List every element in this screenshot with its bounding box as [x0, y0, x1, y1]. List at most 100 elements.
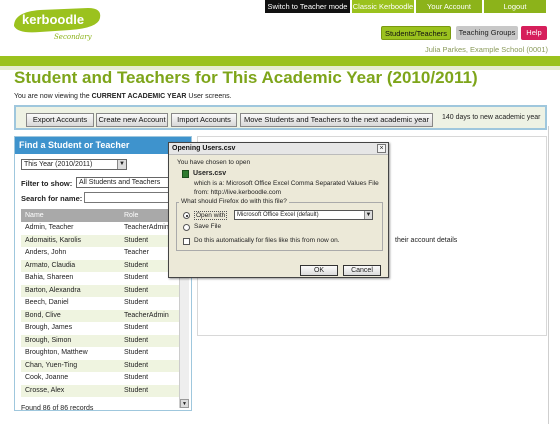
row-role: TeacherAdmin	[124, 224, 169, 231]
find-user-panel: Find a Student or Teacher This Year (201…	[14, 136, 192, 412]
table-row[interactable]: Armato, Claudia Student	[21, 259, 179, 272]
search-name-input[interactable]	[84, 192, 180, 203]
detail-text: their account details	[395, 237, 458, 244]
action-toolbar: Export Accounts Create new Account Impor…	[14, 105, 547, 130]
move-to-next-year-button[interactable]: Move Students and Teachers to the next a…	[240, 113, 433, 127]
row-name: Brough, Simon	[25, 336, 72, 344]
row-name: Broughton, Matthew	[25, 349, 88, 356]
row-name: Adomaitis, Karolis	[25, 236, 82, 244]
row-role: Student	[124, 374, 149, 381]
user-list: Admin, Teacher TeacherAdmin Adomaitis, Kar…	[21, 222, 179, 398]
row-role: Student	[124, 361, 149, 369]
cancel-button[interactable]: Cancel	[343, 265, 381, 276]
chevron-down-icon: ▼	[364, 211, 372, 219]
import-accounts-button[interactable]: Import Accounts	[171, 113, 237, 127]
row-name: Bahia, Shareen	[25, 274, 74, 281]
auto-action-checkbox[interactable]	[183, 238, 190, 245]
academic-year-select[interactable]: This Year (2010/2011) ▼	[21, 159, 127, 170]
open-file-dialog: Opening Users.csv × You have chosen to o…	[168, 142, 389, 278]
fieldset-legend: What should Firefox do with this file?	[179, 198, 289, 205]
column-role[interactable]: Role	[124, 209, 138, 222]
row-name: Crosse, Alex	[25, 386, 65, 394]
dialog-source: from: http://live.kerboodle.com	[194, 189, 282, 196]
tab-students-teachers[interactable]: Students/Teachers	[381, 26, 451, 40]
open-with-radio[interactable]	[183, 212, 190, 219]
ok-button[interactable]: OK	[300, 265, 338, 276]
row-name: Anders, John	[25, 249, 67, 256]
table-row[interactable]: Cook, Joanne Student	[21, 372, 179, 385]
table-row[interactable]: Crosse, Alex Student	[21, 384, 179, 397]
filter-label: Filter to show:	[21, 179, 73, 188]
row-name: Bond, Clive	[25, 311, 61, 319]
table-row[interactable]: Bahia, Shareen Student	[21, 272, 179, 285]
row-role: Student	[124, 349, 149, 356]
table-row[interactable]: Anders, John Teacher	[21, 247, 179, 260]
column-name[interactable]: Name	[25, 209, 44, 222]
page-right-border	[548, 126, 549, 424]
save-file-label[interactable]: Save File	[194, 223, 221, 230]
tab-teaching-groups[interactable]: Teaching Groups	[456, 26, 518, 40]
help-button[interactable]: Help	[521, 26, 547, 40]
row-role: Student	[124, 286, 149, 294]
row-name: Chan, Yuen-Ting	[25, 361, 78, 369]
export-accounts-button[interactable]: Export Accounts	[26, 113, 94, 127]
dialog-filename: Users.csv	[193, 170, 227, 177]
logo-subtext: Secondary	[54, 33, 93, 41]
table-row[interactable]: Cruddas, Elliot Student	[21, 397, 179, 398]
header-divider	[0, 56, 560, 66]
action-fieldset: What should Firefox do with this file? O…	[176, 198, 383, 251]
create-account-button[interactable]: Create new Account	[96, 113, 168, 127]
find-panel-heading: Find a Student or Teacher	[15, 137, 191, 154]
row-role: Student	[124, 324, 149, 331]
table-row[interactable]: Beech, Daniel Student	[21, 297, 179, 310]
row-name: Admin, Teacher	[25, 224, 74, 231]
table-row[interactable]: Barton, Alexandra Student	[21, 284, 179, 297]
row-role: Student	[124, 261, 149, 269]
row-role: Student	[124, 336, 149, 344]
table-row[interactable]: Brough, James Student	[21, 322, 179, 335]
intro-text: You are now viewing the CURRENT ACADEMIC…	[14, 93, 232, 100]
row-name: Brough, James	[25, 324, 73, 331]
logout-button[interactable]: Logout	[484, 0, 546, 13]
close-icon[interactable]: ×	[377, 144, 386, 153]
dialog-intro: You have chosen to open	[177, 159, 251, 166]
user-list-header: Name Role	[21, 209, 179, 222]
table-row[interactable]: Bond, Clive TeacherAdmin	[21, 309, 179, 322]
kerboodle-logo[interactable]: kerboodle Secondary	[10, 4, 106, 44]
row-name: Barton, Alexandra	[25, 286, 81, 294]
user-info: Julia Parkes, Example School (0001)	[425, 45, 548, 54]
days-remaining-text: 140 days to new academic year	[442, 114, 541, 121]
dialog-title: Opening Users.csv	[169, 143, 388, 155]
page-title: Student and Teachers for This Academic Y…	[14, 68, 478, 87]
excel-file-icon	[182, 170, 189, 178]
row-name: Cook, Joanne	[25, 374, 69, 381]
row-role: Student	[124, 274, 149, 281]
logo-text: kerboodle	[22, 12, 84, 27]
table-row[interactable]: Adomaitis, Karolis Student	[21, 234, 179, 247]
application-select[interactable]: Microsoft Office Excel (default) ▼	[234, 210, 373, 220]
table-row[interactable]: Brough, Simon Student	[21, 334, 179, 347]
classic-kerboodle-button[interactable]: Classic Kerboodle	[352, 0, 414, 13]
row-role: Student	[124, 397, 148, 398]
filter-select[interactable]: All Students and Teachers	[76, 177, 172, 188]
open-with-label[interactable]: Open with	[194, 211, 228, 220]
row-name: Armato, Claudia	[25, 261, 76, 269]
auto-action-label[interactable]: Do this automatically for files like thi…	[194, 237, 340, 244]
chevron-down-icon: ▼	[117, 160, 126, 169]
table-row[interactable]: Broughton, Matthew Student	[21, 347, 179, 360]
table-row[interactable]: Chan, Yuen-Ting Student	[21, 359, 179, 372]
switch-teacher-mode-button[interactable]: Switch to Teacher mode	[265, 0, 350, 13]
save-file-radio[interactable]	[183, 224, 190, 231]
row-role: Teacher	[124, 249, 149, 256]
row-role: TeacherAdmin	[124, 311, 169, 319]
your-account-button[interactable]: Your Account	[416, 0, 482, 13]
row-name: Beech, Daniel	[25, 299, 69, 306]
row-role: Student	[124, 386, 149, 394]
row-role: Student	[124, 299, 149, 306]
row-role: Student	[124, 236, 149, 244]
scroll-down-icon[interactable]: ▼	[180, 399, 189, 408]
records-count: Found 86 of 86 records	[21, 405, 94, 412]
dialog-filetype: which is a: Microsoft Office Excel Comma…	[194, 180, 379, 187]
row-name: Cruddas, Elliot	[25, 397, 71, 398]
table-row[interactable]: Admin, Teacher TeacherAdmin	[21, 222, 179, 235]
